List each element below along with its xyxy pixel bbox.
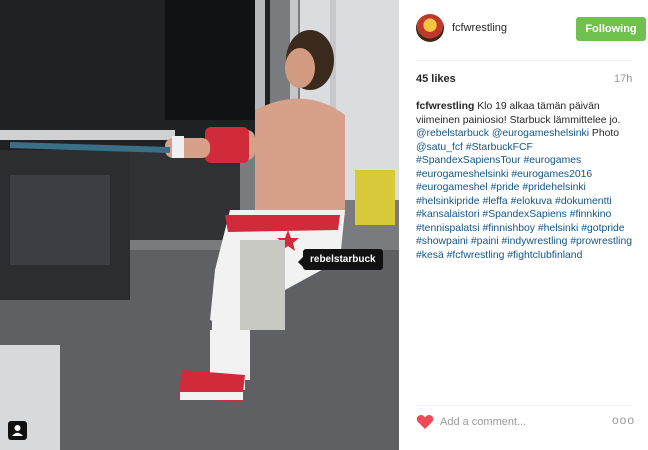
header-username[interactable]: fcfwrestling <box>452 22 507 34</box>
instagram-post: rebelstarbuck fcfwrestling Following 45 … <box>0 0 648 450</box>
hashtag-link[interactable]: #kansalaistori <box>416 209 480 220</box>
hashtag-link[interactable]: #paini <box>471 236 499 247</box>
caption-username[interactable]: fcfwrestling <box>416 101 474 112</box>
hashtag-link[interactable]: #fcfwrestling <box>447 250 505 261</box>
hashtag-link[interactable]: #eurogames <box>523 155 581 166</box>
mention-link[interactable]: @rebelstarbuck <box>416 128 489 139</box>
hashtag-link[interactable]: #pride <box>491 182 520 193</box>
comment-input[interactable] <box>440 414 600 430</box>
caption-body: Klo 19 alkaa tämän päivän viimeinen pain… <box>416 101 632 261</box>
hashtag-link[interactable]: #pridehelsinki <box>522 182 586 193</box>
more-options-icon[interactable]: ooo <box>612 413 635 427</box>
hashtag-link[interactable]: #elokuva <box>511 196 553 207</box>
hashtag-link[interactable]: #dokumentti <box>555 196 612 207</box>
post-photo[interactable]: rebelstarbuck <box>0 0 399 450</box>
divider <box>416 60 632 61</box>
post-caption: fcfwrestling Klo 19 alkaa tämän päivän v… <box>416 100 638 262</box>
hashtag-link[interactable]: #finnishboy <box>482 223 535 234</box>
hashtag-link[interactable]: #StarbuckFCF <box>466 142 533 153</box>
post-header: fcfwrestling Following <box>416 14 646 44</box>
divider <box>416 405 632 406</box>
hashtag-link[interactable]: #helsinkipride <box>416 196 480 207</box>
user-tags-icon[interactable] <box>8 421 27 440</box>
likes-count[interactable]: 45 likes <box>416 73 456 85</box>
hashtag-link[interactable]: #SpandexSapiens <box>482 209 566 220</box>
hashtag-link[interactable]: #indywrestling <box>502 236 568 247</box>
hashtag-link[interactable]: #leffa <box>482 196 507 207</box>
hashtag-link[interactable]: #kesä <box>416 250 444 261</box>
hashtag-link[interactable]: #fightclubfinland <box>507 250 582 261</box>
hashtag-link[interactable]: #helsinki <box>538 223 578 234</box>
hashtag-link[interactable]: #eurogameshel <box>416 182 488 193</box>
avatar[interactable] <box>416 14 444 42</box>
hashtag-link[interactable]: #gotpride <box>581 223 624 234</box>
photo-illustration <box>0 0 399 450</box>
photo-user-tag[interactable]: rebelstarbuck <box>298 249 383 270</box>
mention-link[interactable]: @satu_fcf <box>416 142 463 153</box>
hashtag-link[interactable]: #eurogameshelsinki <box>416 169 508 180</box>
mention-link[interactable]: @eurogameshelsinki <box>492 128 589 139</box>
hashtag-link[interactable]: #eurogames2016 <box>511 169 592 180</box>
heart-icon[interactable] <box>416 414 434 430</box>
hashtag-link[interactable]: #tennispalatsi <box>416 223 480 234</box>
hashtag-link[interactable]: #SpandexSapiensTour <box>416 155 521 166</box>
hashtag-link[interactable]: #showpaini <box>416 236 468 247</box>
following-button[interactable]: Following <box>576 17 646 41</box>
caption-text: Photo <box>589 128 620 139</box>
post-sidebar: fcfwrestling Following 45 likes 17h fcfw… <box>400 0 648 450</box>
hashtag-link[interactable]: #finnkino <box>570 209 612 220</box>
hashtag-link[interactable]: #prowrestling <box>570 236 632 247</box>
post-time[interactable]: 17h <box>614 73 632 85</box>
